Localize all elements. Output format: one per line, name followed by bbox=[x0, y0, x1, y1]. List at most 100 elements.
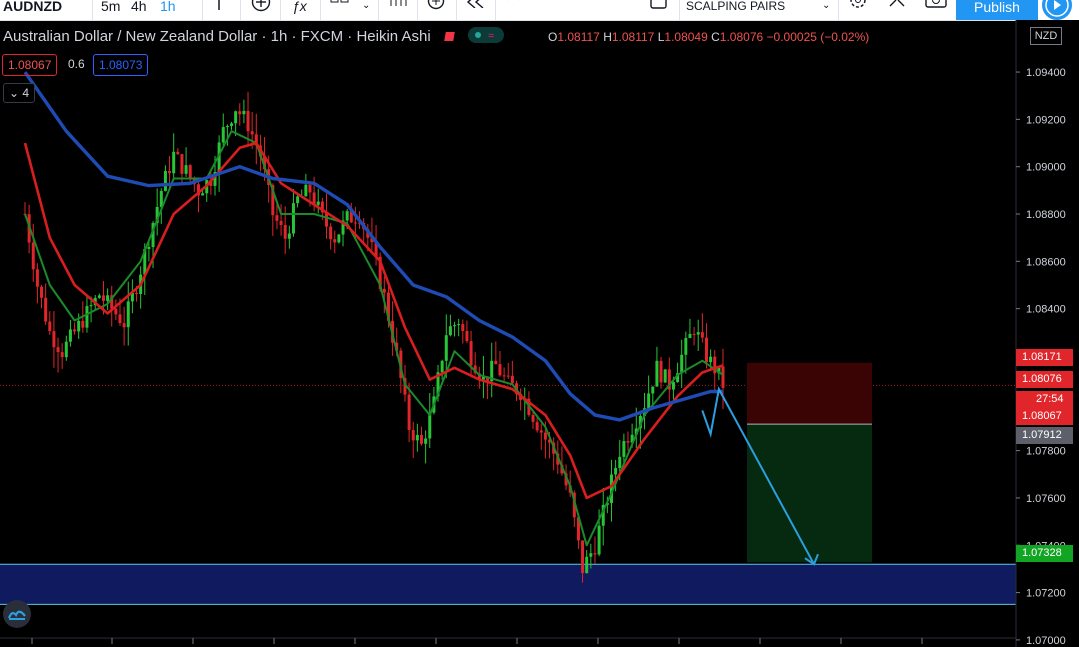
play-icon[interactable] bbox=[1042, 0, 1072, 20]
candle-body bbox=[230, 123, 234, 126]
low-value: 1.08049 bbox=[664, 30, 708, 44]
candle-body bbox=[502, 375, 506, 377]
candle bbox=[176, 148, 180, 155]
candle bbox=[523, 387, 527, 420]
candle bbox=[163, 165, 167, 192]
candle-body bbox=[614, 468, 618, 475]
candle bbox=[593, 536, 597, 564]
compare-add-icon[interactable] bbox=[249, 0, 273, 14]
candle-body bbox=[543, 432, 547, 440]
candle-body bbox=[618, 456, 622, 469]
sell-button[interactable]: 1.08067 bbox=[2, 54, 58, 76]
candle-body bbox=[287, 233, 291, 239]
candle-body bbox=[48, 321, 52, 332]
candle bbox=[130, 279, 134, 314]
symbol-search[interactable]: AUDNZD bbox=[3, 0, 62, 17]
candle-body bbox=[444, 335, 448, 361]
candle bbox=[440, 359, 444, 380]
layout-square-icon[interactable] bbox=[650, 0, 668, 10]
candle-body bbox=[659, 360, 663, 383]
candle bbox=[217, 135, 221, 192]
candle bbox=[453, 321, 457, 337]
candle bbox=[519, 388, 523, 411]
candle-body bbox=[448, 326, 452, 336]
flag-icon[interactable] bbox=[444, 32, 455, 41]
templates-grid-icon[interactable] bbox=[330, 0, 350, 10]
candle-body bbox=[60, 352, 64, 358]
candle bbox=[457, 318, 461, 337]
candle-body bbox=[333, 239, 337, 243]
candle-body bbox=[64, 341, 68, 358]
fullscreen-icon[interactable] bbox=[888, 0, 906, 10]
candle bbox=[490, 342, 494, 398]
entry-price-badge: 1.07912 bbox=[1016, 427, 1073, 444]
alert-add-icon[interactable] bbox=[426, 0, 450, 14]
candle-body bbox=[353, 222, 357, 224]
gear-icon[interactable] bbox=[848, 0, 868, 10]
candle-body bbox=[31, 242, 35, 270]
bar-style-icon[interactable] bbox=[212, 0, 226, 12]
candle-body bbox=[40, 286, 44, 298]
candle bbox=[667, 357, 671, 403]
candle-body bbox=[457, 324, 461, 326]
candle-body bbox=[626, 441, 630, 443]
candle-body bbox=[680, 354, 684, 374]
candle bbox=[700, 313, 704, 343]
candle-body bbox=[238, 111, 242, 115]
y-tick-label: 1.09000 bbox=[1026, 162, 1066, 174]
interval-4h[interactable]: 4h bbox=[131, 0, 147, 17]
candle-body bbox=[283, 225, 287, 239]
candle-body bbox=[89, 305, 93, 307]
candle-body bbox=[118, 314, 122, 324]
publish-button[interactable]: Publish bbox=[956, 0, 1038, 20]
candle bbox=[415, 423, 419, 452]
candle-body bbox=[424, 438, 428, 444]
candle bbox=[448, 314, 452, 337]
currency-label[interactable]: NZD bbox=[1030, 27, 1062, 45]
candle-body bbox=[126, 301, 130, 328]
candle bbox=[341, 210, 345, 247]
candle-body bbox=[176, 151, 180, 155]
candle-body bbox=[122, 323, 126, 328]
candle bbox=[246, 91, 250, 146]
indicators-icon[interactable]: ƒx bbox=[292, 0, 307, 17]
chevron-down-icon[interactable]: ⌄ bbox=[362, 0, 370, 17]
template-chevron-icon[interactable]: ⌄ bbox=[822, 0, 830, 17]
candle-body bbox=[296, 196, 300, 204]
price-chart[interactable]: 1.09400 1.09200 1.09000 1.08800 1.08600 1.084… bbox=[0, 20, 1079, 647]
rewind-icon[interactable] bbox=[465, 0, 487, 8]
candle bbox=[531, 411, 535, 429]
y-tick-label: 1.07000 bbox=[1026, 635, 1066, 647]
chevron-down-icon: ⌄ bbox=[8, 86, 23, 100]
candle-body bbox=[411, 430, 415, 441]
candle-body bbox=[184, 165, 188, 174]
y-tick-label: 1.08600 bbox=[1026, 256, 1066, 268]
candle bbox=[494, 341, 498, 365]
buy-button[interactable]: 1.08073 bbox=[93, 54, 149, 76]
y-tick-label: 1.07800 bbox=[1026, 446, 1066, 458]
candle-body bbox=[704, 337, 708, 363]
camera-icon[interactable] bbox=[925, 0, 947, 10]
indicators-collapse-button[interactable]: ⌄ 4 bbox=[3, 83, 35, 103]
candle-body bbox=[407, 394, 411, 431]
undo-redo-icon[interactable] bbox=[505, 0, 545, 6]
candle bbox=[242, 99, 246, 124]
candle bbox=[126, 281, 130, 346]
candle-body bbox=[345, 211, 349, 221]
interval-1h[interactable]: 1h bbox=[160, 0, 176, 17]
candle bbox=[60, 343, 64, 369]
candle bbox=[486, 376, 490, 400]
candle-body bbox=[114, 308, 118, 315]
tradingview-logo[interactable] bbox=[3, 600, 31, 628]
candle-body bbox=[709, 356, 713, 363]
template-name[interactable]: SCALPING PAIRS bbox=[686, 0, 785, 17]
y-tick-label: 1.07600 bbox=[1026, 493, 1066, 505]
symbol-title[interactable]: Australian Dollar / New Zealand Dollar ·… bbox=[3, 28, 431, 45]
bar-replay-icon[interactable] bbox=[388, 0, 412, 8]
stop-loss-area bbox=[747, 362, 872, 425]
interval-5m[interactable]: 5m bbox=[101, 0, 120, 17]
candle-body bbox=[242, 110, 246, 115]
y-tick-label: 1.08400 bbox=[1026, 304, 1066, 316]
candle bbox=[465, 320, 469, 344]
candle bbox=[291, 189, 295, 237]
